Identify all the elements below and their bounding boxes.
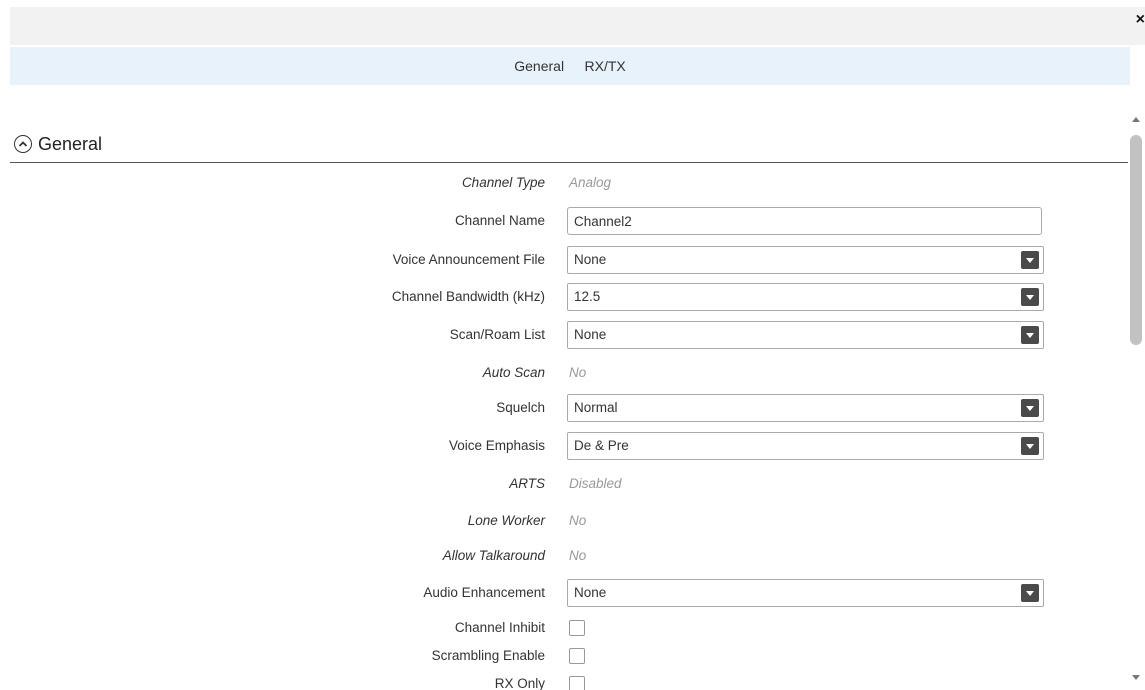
- chevron-up-circle-icon[interactable]: [14, 135, 32, 153]
- audio-enhancement-value: None: [574, 585, 607, 600]
- scroll-up-arrow-icon[interactable]: [1131, 114, 1141, 124]
- row-scan-roam-list: Scan/Roam List None: [10, 321, 1130, 349]
- scroll-down-arrow-icon[interactable]: [1131, 672, 1141, 682]
- squelch-value: Normal: [574, 400, 618, 415]
- row-channel-name: Channel Name: [10, 207, 1130, 235]
- chevron-down-icon[interactable]: [1021, 399, 1039, 417]
- section-header-general[interactable]: General: [14, 130, 102, 158]
- squelch-select[interactable]: Normal: [567, 394, 1044, 422]
- row-squelch: Squelch Normal: [10, 394, 1130, 422]
- close-icon[interactable]: ×: [1136, 12, 1145, 28]
- lone-worker-value: No: [569, 513, 587, 528]
- row-channel-type: Channel Type Analog: [10, 169, 1130, 197]
- section-title: General: [38, 133, 103, 154]
- row-auto-scan: Auto Scan No: [10, 359, 1130, 387]
- row-channel-bandwidth: Channel Bandwidth (kHz) 12.5: [10, 283, 1130, 311]
- audio-enhancement-select[interactable]: None: [567, 579, 1044, 607]
- scan-roam-list-select[interactable]: None: [567, 321, 1044, 349]
- voice-announcement-file-value: None: [574, 252, 607, 267]
- channel-type-value: Analog: [569, 175, 612, 190]
- voice-emphasis-label: Voice Emphasis: [448, 438, 545, 453]
- form-scroll-area: General Channel Type Analog Channel Name…: [10, 85, 1130, 690]
- auto-scan-value: No: [569, 365, 587, 380]
- channel-name-label: Channel Name: [454, 213, 545, 228]
- row-voice-announcement-file: Voice Announcement File None: [10, 246, 1130, 274]
- chevron-down-icon[interactable]: [1021, 251, 1039, 269]
- row-voice-emphasis: Voice Emphasis De & Pre: [10, 432, 1130, 460]
- scan-roam-list-value: None: [574, 327, 607, 342]
- voice-announcement-file-label: Voice Announcement File: [392, 252, 545, 267]
- allow-talkaround-value: No: [569, 548, 587, 563]
- section-divider: [10, 162, 1128, 163]
- chevron-down-icon[interactable]: [1021, 288, 1039, 306]
- tab-general[interactable]: General: [506, 47, 572, 85]
- tab-bar: General RX/TX: [10, 47, 1130, 85]
- chevron-down-icon[interactable]: [1021, 437, 1039, 455]
- row-scrambling-enable: Scrambling Enable: [10, 642, 1130, 670]
- audio-enhancement-label: Audio Enhancement: [423, 585, 545, 600]
- squelch-label: Squelch: [496, 400, 545, 415]
- row-channel-inhibit: Channel Inhibit: [10, 614, 1130, 642]
- auto-scan-label: Auto Scan: [482, 365, 545, 380]
- row-audio-enhancement: Audio Enhancement None: [10, 579, 1130, 607]
- vertical-scrollbar[interactable]: [1128, 110, 1145, 690]
- row-allow-talkaround: Allow Talkaround No: [10, 542, 1130, 570]
- scrambling-enable-label: Scrambling Enable: [431, 648, 545, 663]
- allow-talkaround-label: Allow Talkaround: [442, 548, 545, 563]
- channel-name-input[interactable]: [567, 207, 1042, 235]
- scrambling-enable-checkbox[interactable]: [569, 648, 585, 664]
- channel-bandwidth-value: 12.5: [574, 289, 601, 304]
- chevron-down-icon[interactable]: [1021, 584, 1039, 602]
- row-lone-worker: Lone Worker No: [10, 507, 1130, 535]
- voice-emphasis-value: De & Pre: [574, 438, 629, 453]
- voice-emphasis-select[interactable]: De & Pre: [567, 432, 1044, 460]
- lone-worker-label: Lone Worker: [467, 513, 545, 528]
- channel-inhibit-checkbox[interactable]: [569, 620, 585, 636]
- channel-inhibit-label: Channel Inhibit: [454, 620, 545, 635]
- channel-bandwidth-label: Channel Bandwidth (kHz): [391, 289, 545, 304]
- chevron-down-icon[interactable]: [1021, 326, 1039, 344]
- voice-announcement-file-select[interactable]: None: [567, 246, 1044, 274]
- row-rx-only: RX Only: [10, 670, 1130, 690]
- tab-rx-tx[interactable]: RX/TX: [577, 47, 634, 85]
- rx-only-label: RX Only: [494, 676, 545, 690]
- scan-roam-list-label: Scan/Roam List: [449, 327, 545, 342]
- arts-value: Disabled: [569, 476, 622, 491]
- channel-bandwidth-select[interactable]: 12.5: [567, 283, 1044, 311]
- rx-only-checkbox[interactable]: [569, 676, 585, 690]
- arts-label: ARTS: [509, 476, 545, 491]
- dialog-title-bar: [10, 7, 1145, 45]
- channel-type-label: Channel Type: [461, 175, 545, 190]
- row-arts: ARTS Disabled: [10, 470, 1130, 498]
- scrollbar-thumb[interactable]: [1130, 135, 1142, 345]
